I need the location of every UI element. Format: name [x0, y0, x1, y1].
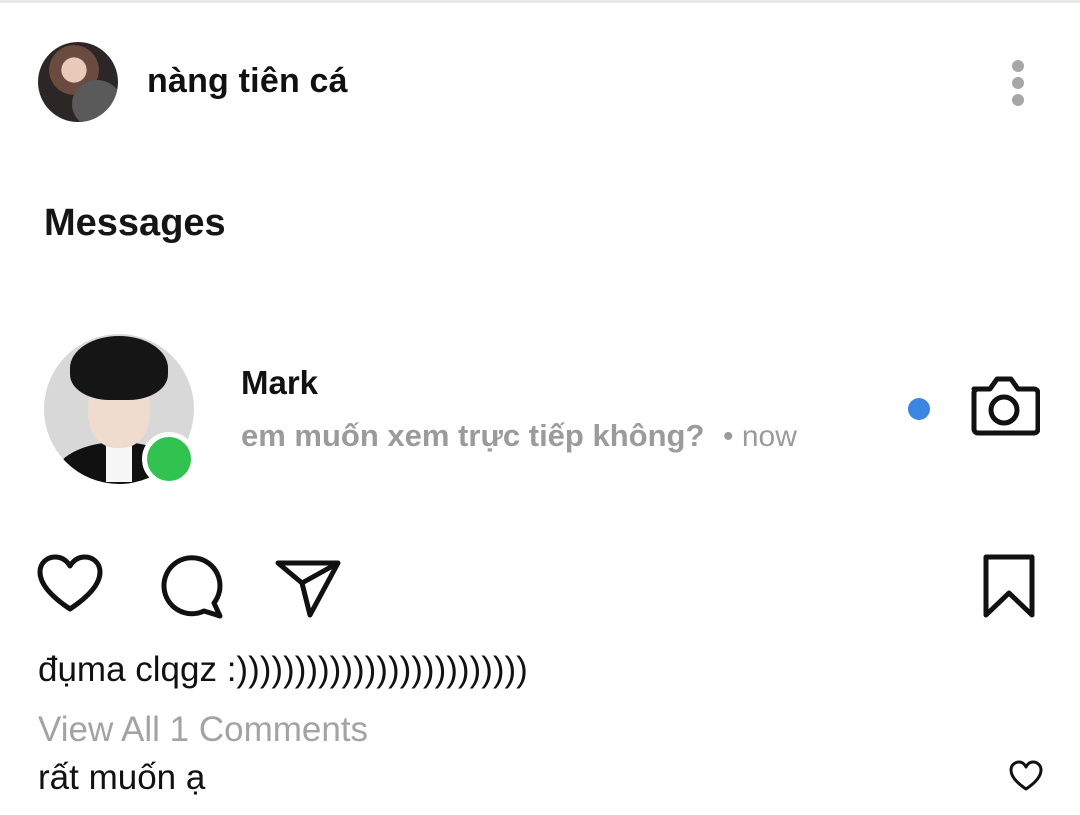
share-icon[interactable] — [274, 553, 342, 619]
online-status-dot — [142, 432, 196, 486]
post-caption: đụma clqgz :))))))))))))))))))))))))) — [38, 650, 528, 689]
post-actions — [0, 553, 1080, 623]
comment-icon[interactable] — [158, 553, 224, 619]
message-preview-text: em muốn xem trực tiếp không? — [241, 418, 705, 453]
conversation-item[interactable]: Mark em muốn xem trực tiếp không? • now — [0, 330, 1080, 490]
top-divider — [0, 0, 1080, 3]
username[interactable]: nàng tiên cá — [147, 62, 348, 101]
comment-text: rất muốn ạ — [38, 758, 206, 797]
camera-icon[interactable] — [968, 373, 1040, 437]
view-all-comments-link[interactable]: View All 1 Comments — [38, 710, 368, 750]
user-avatar[interactable] — [38, 42, 118, 122]
post-header: nàng tiên cá — [0, 40, 1080, 124]
message-time: • now — [723, 420, 797, 453]
bookmark-icon[interactable] — [982, 553, 1036, 619]
unread-indicator — [908, 398, 930, 420]
messages-title: Messages — [44, 202, 226, 244]
heart-icon[interactable] — [36, 553, 104, 615]
comment-heart-icon[interactable] — [1008, 760, 1044, 792]
more-options-icon[interactable] — [1006, 58, 1032, 108]
contact-name: Mark — [241, 364, 319, 401]
message-preview: em muốn xem trực tiếp không? • now — [241, 418, 797, 454]
